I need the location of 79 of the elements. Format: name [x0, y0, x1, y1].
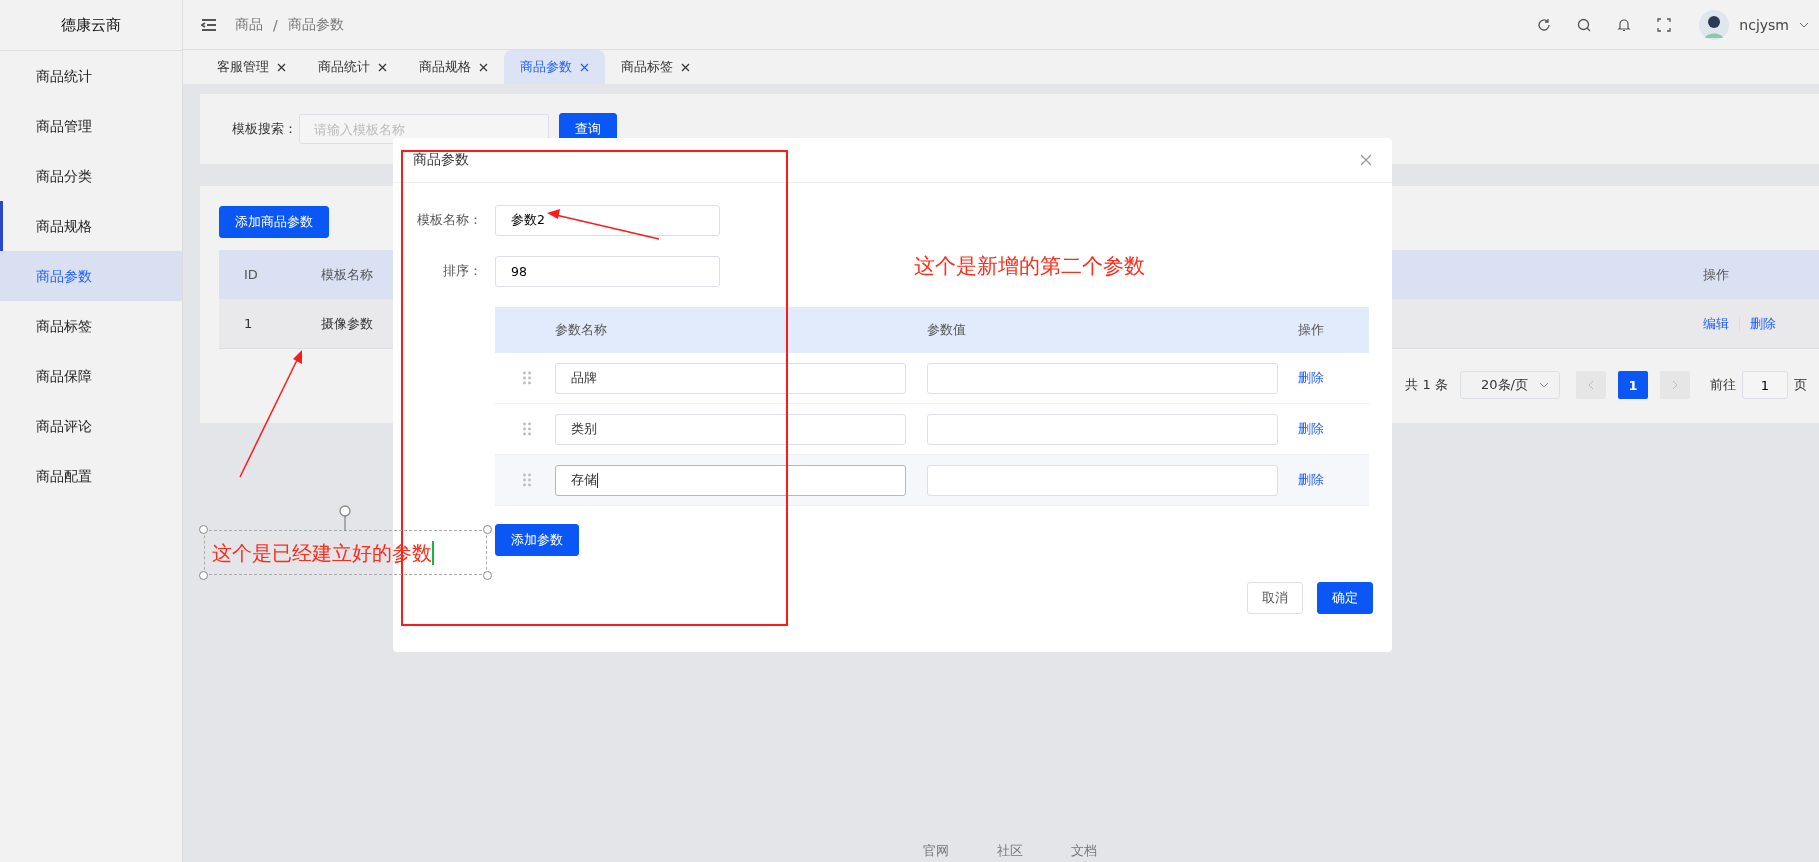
- input-field[interactable]: [927, 413, 1278, 445]
- column-header: 操作: [1298, 321, 1325, 339]
- input-field[interactable]: 参数2: [495, 205, 720, 236]
- column-header: 参数名称: [555, 321, 608, 339]
- tab[interactable]: 商品标签: [605, 50, 706, 84]
- close-icon[interactable]: [479, 62, 488, 72]
- field-label: 排序：: [442, 263, 482, 280]
- page-field[interactable]: 1: [1742, 371, 1788, 399]
- resize-handle[interactable]: [483, 571, 492, 580]
- sidebar-item[interactable]: 商品评论: [0, 401, 182, 451]
- avatar-icon[interactable]: [1699, 9, 1730, 40]
- footer-link[interactable]: 官网: [922, 842, 949, 860]
- breadcrumb-item[interactable]: 商品参数: [287, 15, 344, 34]
- close-icon[interactable]: [277, 62, 286, 72]
- sidebar-item[interactable]: 商品统计: [0, 51, 182, 101]
- annotation-text: 这个是新增的第二个参数: [914, 253, 1145, 280]
- input-field[interactable]: 品牌: [555, 362, 906, 394]
- total-count: 共 1 条: [1405, 376, 1448, 394]
- action-link[interactable]: 删除: [1750, 314, 1776, 333]
- add-button[interactable]: 添加商品参数: [219, 206, 329, 238]
- close-icon[interactable]: [681, 62, 690, 72]
- tab[interactable]: 商品统计: [302, 50, 403, 84]
- user-name[interactable]: ncjysm: [1739, 16, 1789, 33]
- fullscreen-icon[interactable]: [1657, 17, 1672, 32]
- input-field[interactable]: [927, 362, 1278, 394]
- rotate-handle[interactable]: [338, 505, 352, 531]
- chevron-down-icon: [1539, 382, 1549, 388]
- close-icon[interactable]: [378, 62, 387, 72]
- delete-link[interactable]: 删除: [1298, 471, 1369, 489]
- sidebar-item[interactable]: 商品标签: [0, 301, 182, 351]
- delete-link[interactable]: 删除: [1298, 369, 1369, 387]
- chevron-left-icon: [1588, 380, 1594, 390]
- drag-handle-icon[interactable]: [523, 422, 531, 436]
- page-button[interactable]: 1: [1618, 371, 1648, 399]
- sidebar-item[interactable]: 商品保障: [0, 351, 182, 401]
- input-field[interactable]: 存储: [555, 464, 906, 496]
- tab[interactable]: 客服管理: [201, 50, 302, 84]
- confirm-button[interactable]: 确定: [1317, 582, 1373, 614]
- column-header: 操作: [1703, 265, 1730, 284]
- table-cell: 摄像参数: [321, 314, 373, 333]
- sidebar-item[interactable]: 商品分类: [0, 151, 182, 201]
- column-header: ID: [243, 267, 259, 282]
- page-size-select[interactable]: 20条/页: [1460, 371, 1560, 399]
- dialog-title: 商品参数: [413, 151, 469, 169]
- refresh-icon[interactable]: [1537, 17, 1552, 32]
- sidebar-item[interactable]: 商品参数: [0, 251, 182, 301]
- tab[interactable]: 商品规格: [403, 50, 504, 84]
- table-cell-text: 1: [243, 316, 254, 331]
- input-field[interactable]: 98: [495, 256, 720, 287]
- tab[interactable]: 商品参数: [504, 50, 605, 84]
- resize-handle[interactable]: [199, 525, 208, 534]
- delete-link[interactable]: 删除: [1298, 420, 1369, 438]
- chevron-down-icon[interactable]: [1799, 21, 1809, 28]
- menu-icon[interactable]: [201, 17, 217, 32]
- breadcrumb-separator: /: [273, 16, 278, 33]
- goto-label: 前往: [1710, 376, 1736, 394]
- resize-handle[interactable]: [483, 525, 492, 534]
- resize-handle[interactable]: [199, 571, 208, 580]
- sidebar-item[interactable]: 商品管理: [0, 101, 182, 151]
- input-field[interactable]: [927, 464, 1278, 496]
- sidebar-item[interactable]: 商品配置: [0, 451, 182, 501]
- breadcrumb-item[interactable]: 商品: [235, 15, 263, 34]
- input-field[interactable]: 类别: [555, 413, 906, 445]
- column-header: 参数值: [927, 321, 967, 339]
- footer-link[interactable]: 文档: [1070, 842, 1097, 860]
- footer-link[interactable]: 社区: [996, 842, 1023, 860]
- drag-handle-icon[interactable]: [523, 371, 531, 385]
- page-suffix: 页: [1794, 376, 1807, 394]
- add-param-button[interactable]: 添加参数: [495, 524, 579, 556]
- column-header: 模板名称: [321, 265, 373, 284]
- search-label: 模板搜索：: [232, 120, 298, 138]
- drag-handle-icon[interactable]: [523, 473, 531, 487]
- action-link[interactable]: 编辑: [1703, 314, 1729, 333]
- field-label: 模板名称：: [416, 212, 482, 229]
- search-icon[interactable]: [1577, 17, 1592, 32]
- app-logo: 德康云商: [0, 0, 182, 51]
- chevron-right-icon: [1672, 380, 1678, 390]
- cancel-button[interactable]: 取消: [1247, 582, 1303, 614]
- bell-icon[interactable]: [1617, 17, 1632, 32]
